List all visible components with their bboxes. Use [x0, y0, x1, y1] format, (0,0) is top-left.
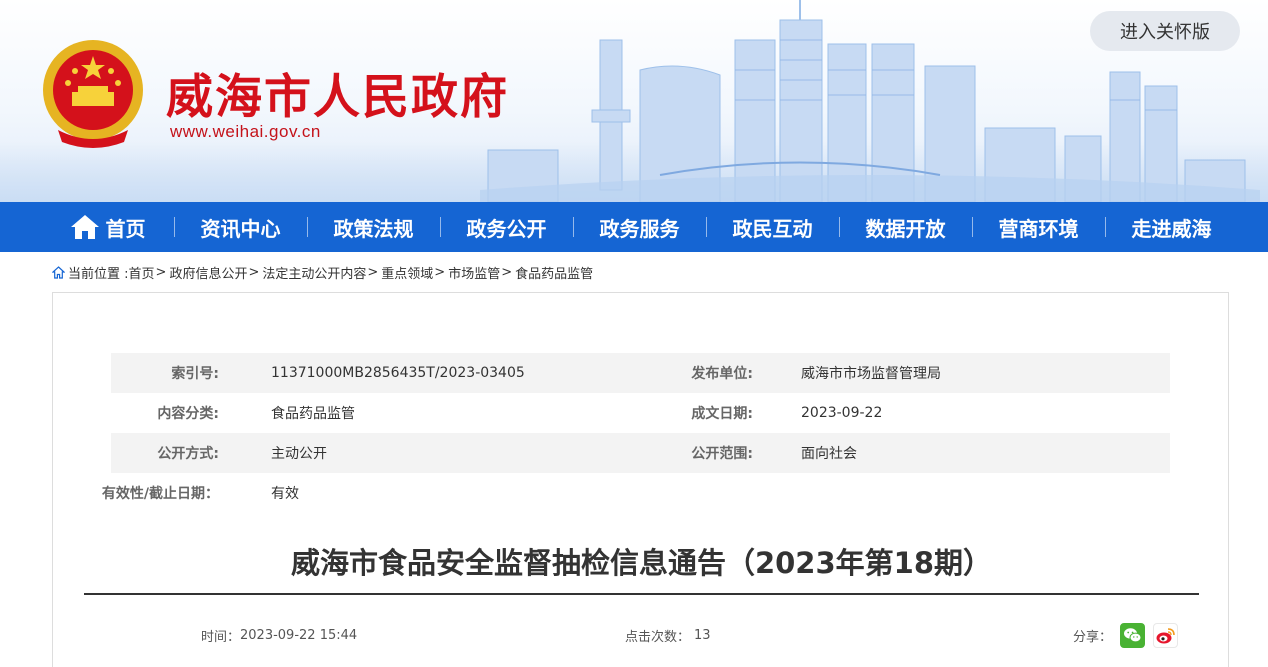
views-label: 点击次数： [625, 629, 691, 645]
nav-item-business[interactable]: 营商环境 [972, 202, 1105, 252]
meta-label: 公开方式: [157, 446, 219, 462]
location-home-icon [52, 265, 65, 279]
document-meta-table: 索引号: 11371000MB2856435T/2023-03405 发布单位:… [102, 353, 1170, 513]
main-nav: 首页 资讯中心 政策法规 政务公开 政务服务 政民互动 数据开放 营商环境 走进… [0, 202, 1268, 252]
meta-value: 11371000MB2856435T/2023-03405 [271, 365, 525, 381]
share-label: 分享： [1073, 629, 1113, 645]
meta-value: 面向社会 [801, 446, 857, 462]
nav-item-label: 政民互动 [732, 216, 813, 241]
breadcrumb-link[interactable]: 法定主动公开内容 [262, 263, 366, 282]
care-mode-button[interactable]: 进入关怀版 [1090, 11, 1240, 51]
views-value: 13 [694, 627, 711, 643]
nav-item-label: 政策法规 [333, 216, 414, 241]
meta-label: 发布单位: [691, 366, 753, 382]
article-title: 威海市食品安全监督抽检信息通告（2023年第18期） [290, 546, 993, 580]
nav-item-label: 政务公开 [466, 216, 547, 241]
time-value: 2023-09-22 15:44 [240, 627, 358, 643]
nav-item-news[interactable]: 资讯中心 [174, 202, 307, 252]
nav-item-label: 数据开放 [865, 216, 946, 241]
meta-value: 食品药品监管 [271, 406, 355, 422]
meta-value: 威海市市场监督管理局 [801, 366, 941, 382]
home-icon [70, 215, 99, 239]
meta-row: 内容分类: 食品药品监管 成文日期: 2023-09-22 [111, 393, 1170, 433]
meta-value: 有效 [271, 486, 299, 502]
breadcrumb-link[interactable]: 食品药品监管 [515, 263, 593, 282]
breadcrumb-link[interactable]: 重点领域 [381, 263, 433, 282]
nav-item-gov-affairs[interactable]: 政务公开 [440, 202, 573, 252]
nav-item-label: 首页 [105, 216, 146, 241]
nav-item-label: 营商环境 [998, 216, 1079, 241]
weibo-share-button[interactable] [1153, 622, 1179, 648]
meta-label: 成文日期: [691, 406, 753, 422]
wechat-share-button[interactable] [1120, 622, 1146, 648]
meta-value: 主动公开 [271, 446, 327, 462]
nav-item-label: 资讯中心 [200, 216, 281, 241]
breadcrumb-separator: > [155, 264, 167, 280]
meta-label: 内容分类: [157, 406, 219, 422]
nav-item-policy[interactable]: 政策法规 [307, 202, 440, 252]
share-icons [1112, 622, 1179, 648]
view-count: 点击次数： 13 [625, 620, 711, 650]
time-label: 时间： [201, 629, 241, 645]
share-bar: 分享： [1073, 620, 1179, 650]
breadcrumb: 当前位置 : 首页 > 政府信息公开 > 法定主动公开内容 > 重点领域 > 市场监管 >… [52, 262, 593, 282]
nav-item-interaction[interactable]: 政民互动 [706, 202, 839, 252]
nav-item-home[interactable]: 首页 [41, 202, 174, 252]
breadcrumb-link[interactable]: 市场监管 [448, 263, 500, 282]
weibo-icon [1156, 627, 1175, 643]
breadcrumb-separator: > [367, 264, 379, 280]
wechat-icon [1124, 627, 1142, 642]
site-url: www.weihai.gov.cn [170, 122, 321, 141]
nav-item-open-data[interactable]: 数据开放 [839, 202, 972, 252]
breadcrumb-separator: > [248, 264, 260, 280]
meta-label: 有效性/截止日期： [101, 486, 219, 502]
breadcrumb-link[interactable]: 首页 [129, 263, 155, 282]
breadcrumb-separator: > [501, 264, 513, 280]
meta-label: 公开范围: [691, 446, 753, 462]
breadcrumb-link[interactable]: 政府信息公开 [169, 263, 247, 282]
breadcrumb-prefix: 当前位置 : [68, 266, 129, 282]
nav-item-label: 走进威海 [1131, 216, 1212, 241]
meta-row: 有效性/截止日期： 有效 [102, 473, 1170, 513]
nav-list: 首页 资讯中心 政策法规 政务公开 政务服务 政民互动 数据开放 营商环境 走进… [0, 202, 1268, 252]
title-divider [84, 593, 1199, 595]
article-container: 索引号: 11371000MB2856435T/2023-03405 发布单位:… [52, 292, 1229, 667]
publish-time: 时间： 2023-09-22 15:44 [201, 620, 357, 650]
nav-item-label: 政务服务 [599, 216, 680, 241]
site-header: 威海市人民政府 www.weihai.gov.cn 进入关怀版 [0, 0, 1268, 202]
meta-value: 2023-09-22 [801, 405, 883, 421]
national-emblem-icon [43, 40, 143, 148]
nav-item-services[interactable]: 政务服务 [573, 202, 706, 252]
breadcrumb-separator: > [434, 264, 446, 280]
site-title: 威海市人民政府 [166, 70, 509, 125]
meta-label: 索引号: [171, 366, 219, 382]
meta-row: 公开方式: 主动公开 公开范围: 面向社会 [111, 433, 1170, 473]
nav-item-about-weihai[interactable]: 走进威海 [1105, 202, 1238, 252]
meta-row: 索引号: 11371000MB2856435T/2023-03405 发布单位:… [111, 353, 1170, 393]
